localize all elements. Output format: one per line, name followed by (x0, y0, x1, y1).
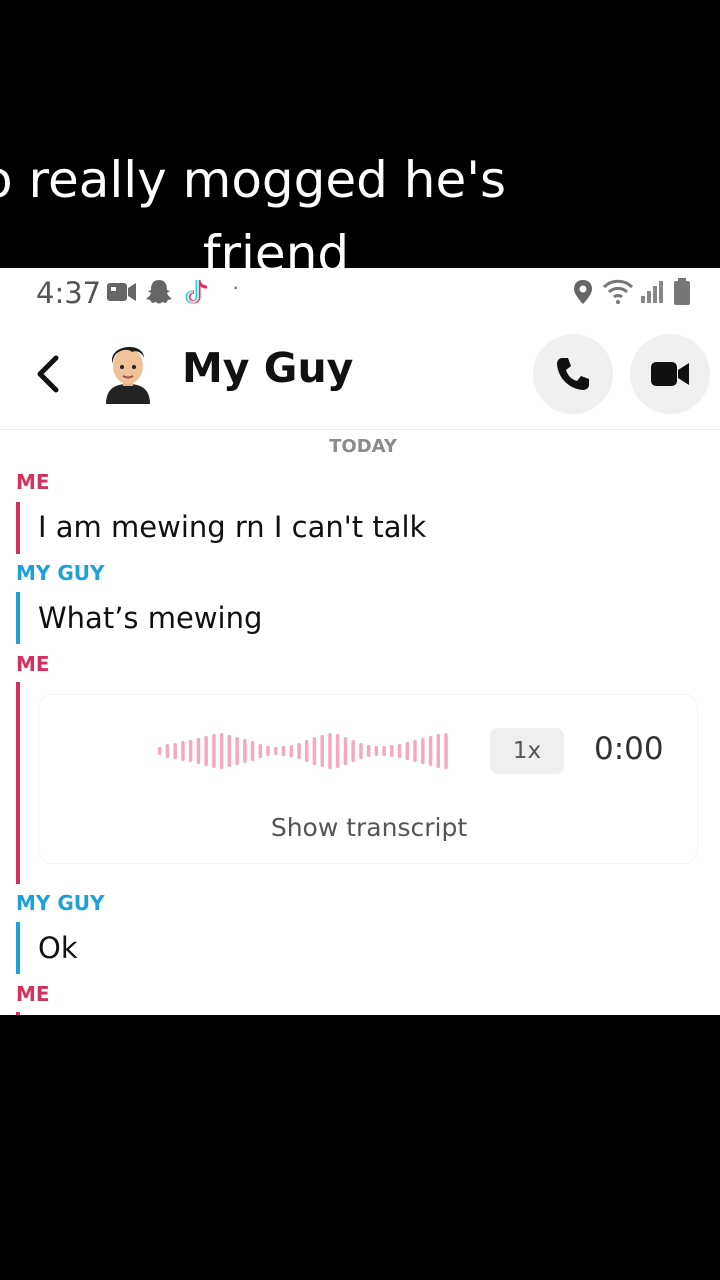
waveform-bar (397, 744, 402, 758)
phone-icon (557, 358, 589, 390)
snapchat-ghost-icon (145, 279, 173, 310)
voice-note-card[interactable]: 1x 0:00 Show transcript (38, 694, 698, 864)
waveform-bar (297, 743, 301, 759)
waveform-bar (428, 736, 433, 766)
waveform-bar (328, 733, 332, 769)
waveform-bar (165, 744, 170, 758)
waveform-bar (374, 746, 379, 756)
caption-line-2: friend (202, 225, 350, 268)
waveform-bar (351, 740, 355, 762)
waveform-bar (390, 745, 394, 757)
video-camera-icon (651, 362, 689, 386)
sender-label-my-guy: MY GUY (16, 561, 105, 585)
status-bar: 4:37 · (0, 268, 720, 318)
bottom-letterbox (0, 1015, 720, 1280)
back-button[interactable] (30, 352, 66, 396)
waveform-bar (335, 734, 340, 768)
waveform-bar (366, 745, 371, 757)
waveform-bar (444, 733, 448, 769)
waveform-bar (266, 746, 270, 756)
sender-label-my-guy: MY GUY (16, 891, 105, 915)
audio-waveform[interactable] (157, 731, 451, 771)
video-call-button[interactable] (630, 334, 710, 414)
avatar[interactable] (98, 338, 158, 404)
message-bar (16, 502, 20, 554)
waveform-bar (281, 746, 286, 756)
waveform-bar (320, 735, 324, 767)
waveform-bar (289, 745, 293, 757)
sender-label-me: ME (16, 982, 50, 1006)
playback-speed-button[interactable]: 1x (490, 728, 564, 774)
message-bar (16, 592, 20, 644)
contact-name[interactable]: My Guy (182, 344, 353, 392)
video-camera-icon (107, 281, 137, 308)
status-dot: · (232, 274, 240, 299)
waveform-bar (343, 737, 348, 765)
call-button[interactable] (533, 334, 613, 414)
waveform-bar (173, 743, 177, 759)
message-text[interactable]: What’s mewing (38, 601, 262, 635)
signal-icon (640, 280, 664, 309)
status-time: 4:37 (36, 276, 102, 310)
show-transcript-button[interactable]: Show transcript (39, 813, 699, 842)
waveform-bar (258, 744, 263, 758)
waveform-bar (219, 733, 224, 769)
message-bar (16, 922, 20, 974)
waveform-bar (181, 741, 185, 761)
caption-line-1: o really mogged he's (0, 151, 507, 209)
chat-header: My Guy (0, 324, 720, 430)
battery-icon (673, 278, 691, 311)
video-caption: o really mogged he's friend (0, 0, 720, 268)
waveform-bar (413, 740, 417, 762)
waveform-bar (250, 741, 255, 761)
waveform-bar (243, 739, 247, 763)
voice-duration: 0:00 (594, 731, 664, 767)
day-separator: TODAY (329, 436, 397, 457)
waveform-bar (436, 734, 440, 768)
tiktok-icon (184, 278, 210, 311)
location-pin-icon (572, 279, 594, 310)
chevron-left-icon (37, 355, 59, 393)
waveform-bar (421, 738, 425, 764)
waveform-bar (196, 738, 201, 764)
waveform-bar (204, 736, 208, 766)
waveform-bar (405, 742, 410, 760)
wifi-icon (602, 279, 634, 310)
waveform-bar (235, 737, 239, 765)
waveform-bar (312, 737, 317, 765)
waveform-bar (382, 746, 386, 756)
waveform-bar (158, 747, 162, 755)
waveform-bar (227, 735, 232, 767)
sender-label-me: ME (16, 470, 50, 494)
waveform-bar (274, 747, 278, 755)
message-text[interactable]: I am mewing rn I can't talk (38, 510, 426, 544)
waveform-bar (212, 734, 216, 768)
waveform-bar (359, 743, 363, 759)
sender-label-me: ME (16, 652, 50, 676)
message-bar (16, 682, 20, 884)
message-text[interactable]: Ok (38, 931, 78, 965)
waveform-bar (188, 740, 193, 762)
waveform-bar (305, 740, 309, 762)
chat-screen: 4:37 · My Guy TODAY ME I am mewing rn I … (0, 268, 720, 1015)
